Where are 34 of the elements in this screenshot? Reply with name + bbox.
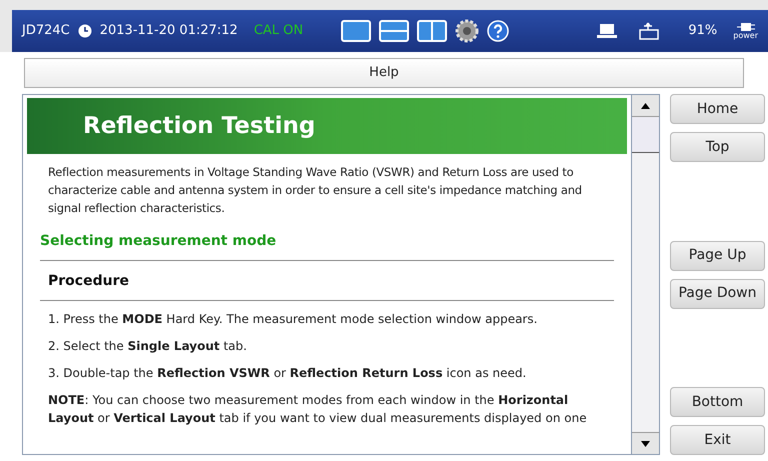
- scroll-up-button[interactable]: [632, 95, 659, 117]
- clock-icon: [78, 24, 92, 38]
- cal-status: CAL ON: [254, 22, 304, 40]
- up-arrow-icon: [641, 102, 650, 108]
- procedure-heading: Procedure: [47, 272, 130, 291]
- section-heading: Selecting measurement mode: [39, 232, 278, 251]
- nav-button[interactable]: Page Down: [670, 278, 765, 308]
- scroll-down-button[interactable]: [632, 432, 659, 454]
- intro-paragraph: Reflection measurements in Voltage Standing Wave Ratio (VSWR) and Return Loss are used to characterize cable and antenna system in order to ensure a cell site's impedance matching and signal reflection characteristics.: [47, 164, 583, 217]
- laptop-icon: [596, 22, 618, 40]
- scroll-thumb[interactable]: [632, 117, 659, 153]
- nav-button[interactable]: Top: [670, 132, 765, 162]
- procedure-step: NOTE: You can choose two measurement modes from each window in the Horizontal Layout or Vertical Layout tab if you want to view dual measurements displayed on one: [23, 391, 631, 427]
- plug-icon: [736, 22, 755, 32]
- model-name: JD724C: [22, 22, 70, 40]
- nav-button[interactable]: Page Up: [670, 240, 765, 270]
- nav-button[interactable]: Home: [670, 94, 765, 124]
- down-arrow-icon: [641, 440, 650, 446]
- datetime: 2013-11-20 01:27:12: [100, 22, 238, 40]
- procedure-step: 1. Press the MODE Hard Key. The measurement mode selection window appears.: [23, 310, 631, 328]
- nav-button[interactable]: Exit: [670, 425, 765, 455]
- window-title: Help: [24, 58, 744, 88]
- article-title: Reflection Testing: [83, 112, 316, 141]
- vertical-layout-icon[interactable]: [417, 20, 448, 42]
- help-icon[interactable]: [487, 20, 510, 42]
- settings-icon[interactable]: [455, 19, 480, 43]
- scrollbar[interactable]: [631, 95, 659, 454]
- procedure-step: 2. Select the Single Layout tab.: [23, 337, 631, 355]
- nav-button[interactable]: Bottom: [670, 387, 765, 417]
- single-layout-icon[interactable]: [341, 20, 372, 42]
- power-label: power: [733, 32, 758, 40]
- procedure-step: 3. Double-tap the Reflection VSWR or Reflection Return Loss icon as need.: [23, 364, 631, 382]
- battery-percent: 91%: [688, 22, 718, 40]
- horizontal-layout-icon[interactable]: [379, 20, 410, 42]
